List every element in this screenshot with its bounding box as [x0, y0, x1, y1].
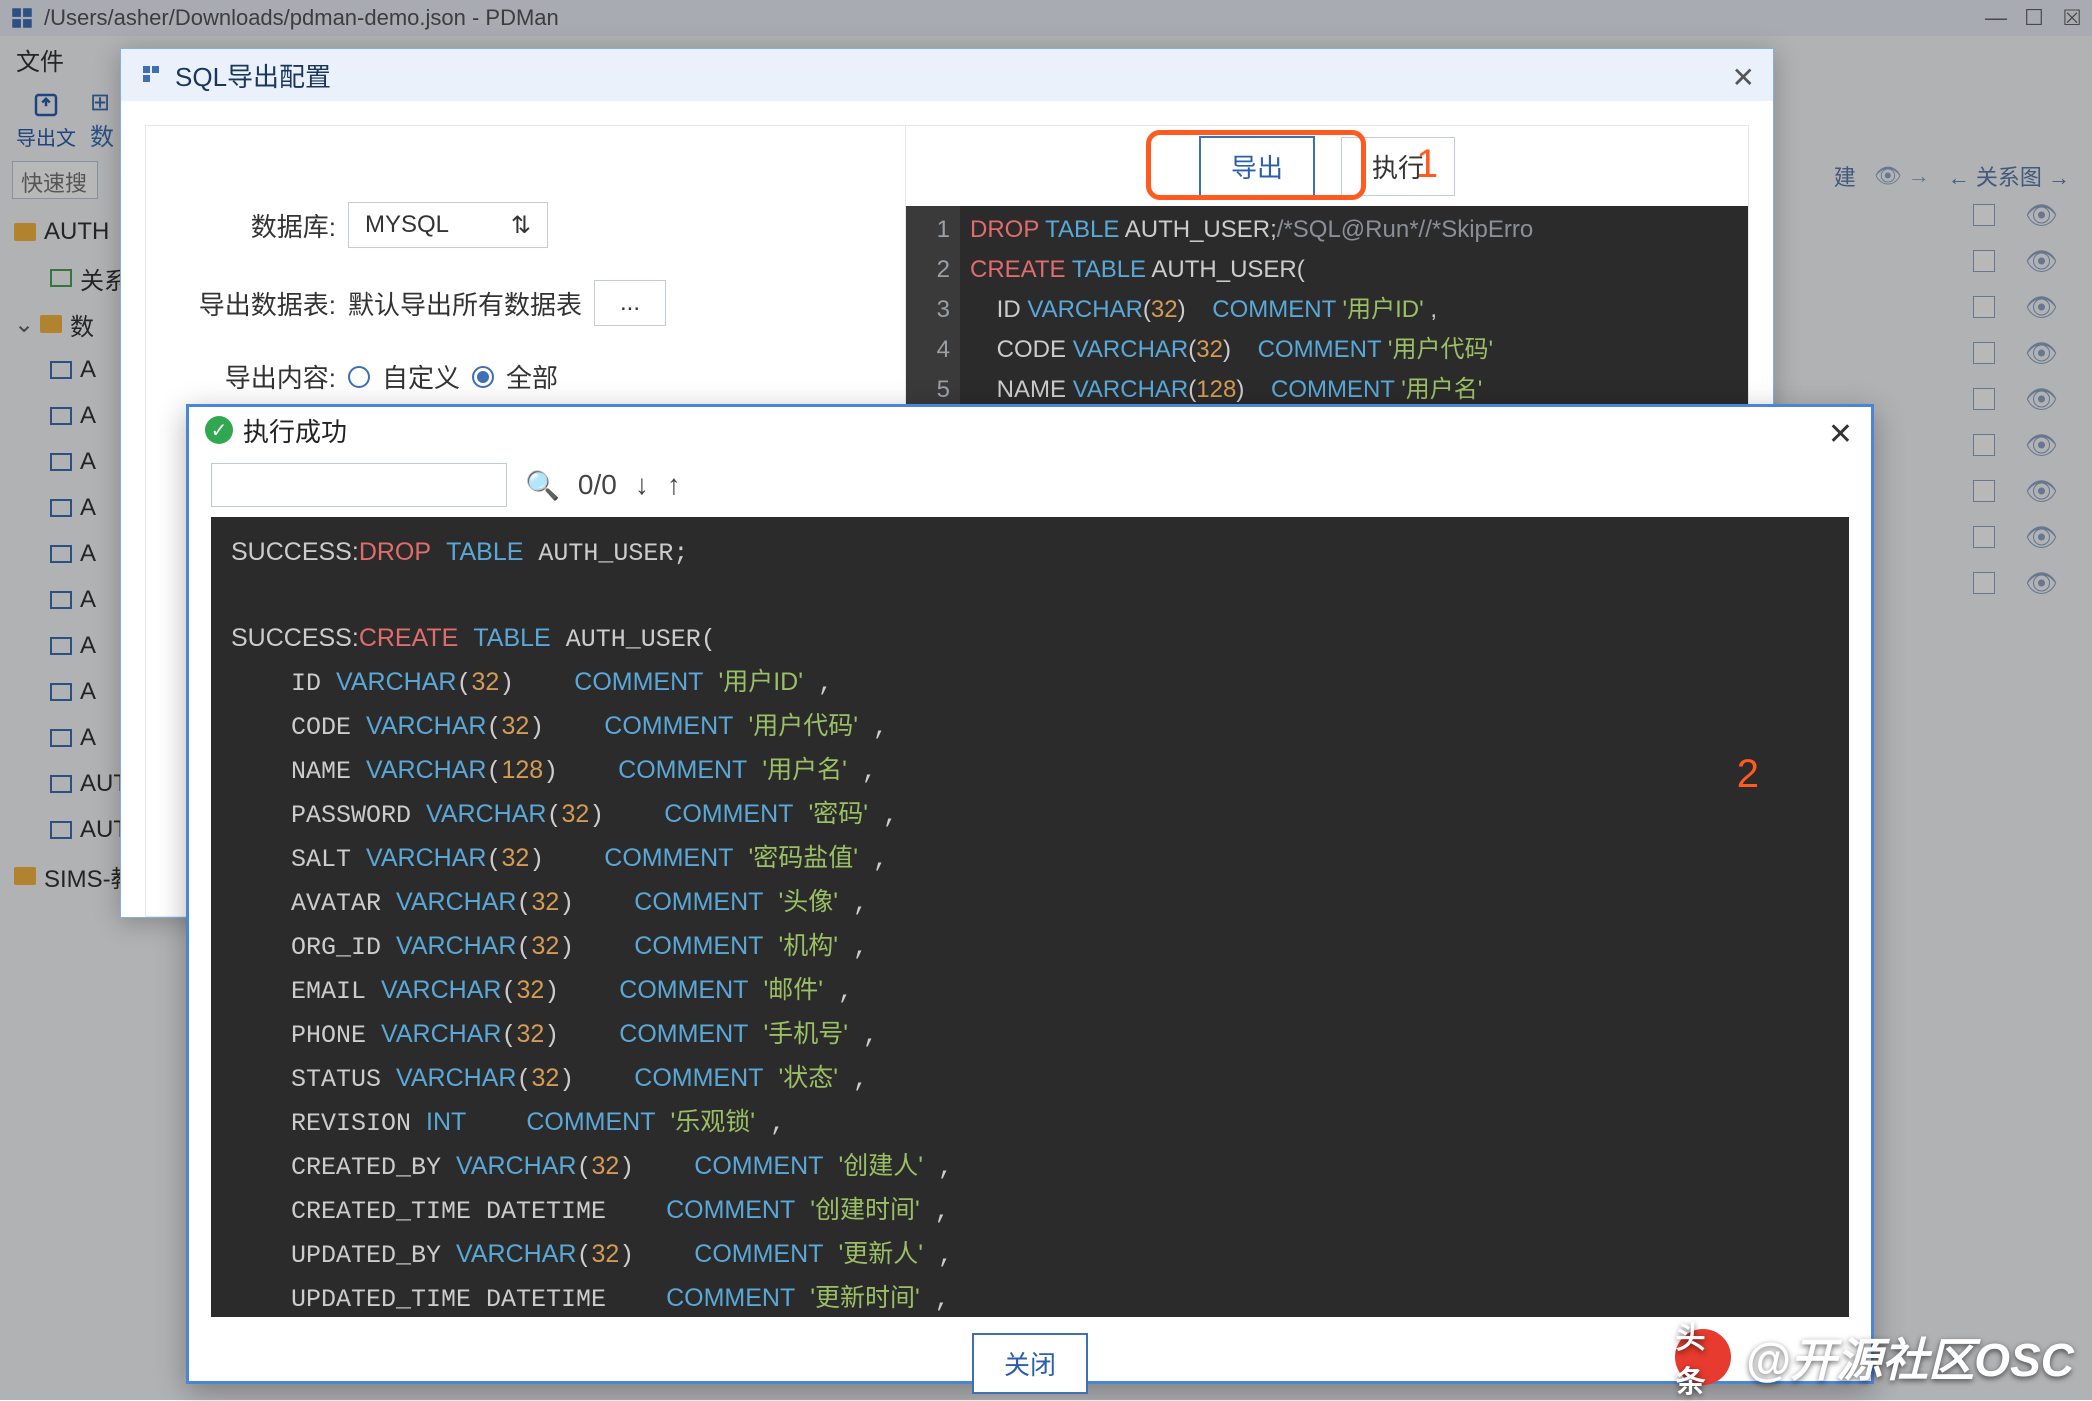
run-result-modal: ✓ 执行成功 ✕ 🔍 0/0 ↓ ↑ SUCCESS:DROP TABLE AU…: [186, 404, 1874, 1384]
prev-icon[interactable]: ↑: [667, 469, 681, 501]
radio-label: 全部: [506, 358, 558, 395]
content-label: 导出内容:: [176, 358, 336, 395]
radio-all[interactable]: [472, 366, 494, 388]
modal1-titlebar: SQL导出配置 ✕: [121, 49, 1773, 101]
search-icon[interactable]: 🔍: [525, 469, 560, 502]
db-select[interactable]: MYSQL ⇅: [348, 202, 548, 248]
modal1-title: SQL导出配置: [175, 57, 331, 94]
updown-icon: ⇅: [511, 211, 531, 240]
next-icon[interactable]: ↓: [635, 469, 649, 501]
db-row: 数据库: MYSQL ⇅: [176, 202, 875, 248]
annotation-2: 2: [1737, 753, 1759, 795]
tables-row: 导出数据表: 默认导出所有数据表 ...: [176, 280, 875, 326]
modal2-title: 执行成功: [243, 412, 347, 449]
tables-label: 导出数据表:: [176, 285, 336, 322]
watermark-text: @开源社区OSC: [1745, 1324, 2074, 1390]
db-label: 数据库:: [176, 207, 336, 244]
content-row: 导出内容: 自定义 全部: [176, 358, 875, 395]
modal2-footer: 关闭: [189, 1333, 1871, 1394]
annotation-box-1: [1146, 130, 1366, 200]
modal1-buttons: 导出 执行 1: [906, 126, 1748, 206]
modal1-logo-icon: [139, 62, 165, 88]
modal2-toolbar: 🔍 0/0 ↓ ↑: [189, 453, 1871, 517]
tables-browse-button[interactable]: ...: [594, 280, 666, 326]
modal2-close-icon[interactable]: ✕: [1828, 417, 1853, 452]
annotation-1: 1: [1416, 142, 1438, 187]
modal1-close-icon[interactable]: ✕: [1732, 61, 1755, 94]
db-value: MYSQL: [365, 211, 449, 239]
success-icon: ✓: [205, 416, 233, 444]
counter: 0/0: [578, 469, 617, 501]
search-output-input[interactable]: [211, 463, 507, 507]
close-button[interactable]: 关闭: [972, 1333, 1088, 1394]
tables-value: 默认导出所有数据表: [348, 285, 582, 322]
watermark-logo: 头条: [1675, 1329, 1731, 1385]
watermark: 头条 @开源社区OSC: [1675, 1324, 2074, 1390]
output-console: SUCCESS:DROP TABLE AUTH_USER; SUCCESS:CR…: [211, 517, 1849, 1317]
modal2-titlebar: ✓ 执行成功 ✕: [189, 407, 1871, 453]
radio-label: 自定义: [382, 358, 460, 395]
radio-custom[interactable]: [348, 366, 370, 388]
